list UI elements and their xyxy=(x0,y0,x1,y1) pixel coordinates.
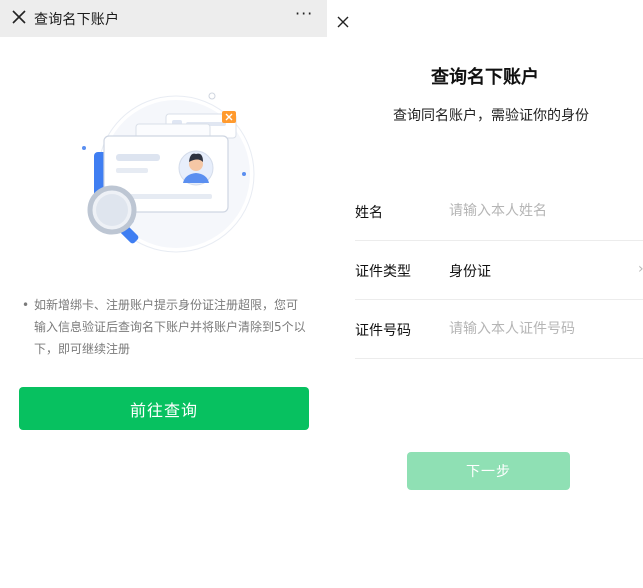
next-step-button[interactable]: 下一步 xyxy=(407,452,570,490)
id-card-magnifier-illustration xyxy=(82,92,255,253)
id-number-label: 证件号码 xyxy=(355,323,411,339)
right-screen: 查询名下账户 查询同名账户，需验证你的身份 姓名 证件类型 身份证 › 证件号码… xyxy=(327,0,643,588)
verify-form: 姓名 证件类型 身份证 › 证件号码 xyxy=(355,182,643,359)
bullet-icon: • xyxy=(22,298,30,312)
notice-text: 如新增绑卡、注册账户提示身份证注册超限，您可输入信息验证后查询名下账户并将账户清… xyxy=(34,298,306,356)
form-row-id-type[interactable]: 证件类型 身份证 › xyxy=(355,241,643,300)
id-type-value[interactable]: 身份证 xyxy=(449,261,491,281)
form-row-id-number: 证件号码 xyxy=(355,300,643,359)
page-title: 查询名下账户 xyxy=(431,67,539,88)
page-subtitle: 查询同名账户，需验证你的身份 xyxy=(393,108,589,124)
id-number-input[interactable] xyxy=(449,318,619,340)
left-screen: 查询名下账户 ··· • 如新增绑卡、注册账户提示身份证注册超限，您可输入信息验… xyxy=(0,0,327,588)
close-icon[interactable] xyxy=(335,14,351,30)
name-input[interactable] xyxy=(449,200,619,222)
notice-text-block: • 如新增绑卡、注册账户提示身份证注册超限，您可输入信息验证后查询名下账户并将账… xyxy=(22,294,309,360)
chevron-right-icon[interactable]: › xyxy=(638,261,643,277)
more-icon[interactable]: ··· xyxy=(295,4,313,23)
page-title: 查询名下账户 xyxy=(34,12,120,28)
nav-bar: 查询名下账户 ··· xyxy=(0,0,327,37)
close-icon[interactable] xyxy=(10,8,28,26)
id-type-label: 证件类型 xyxy=(355,264,411,280)
name-label: 姓名 xyxy=(355,205,383,221)
go-query-button[interactable]: 前往查询 xyxy=(19,387,309,430)
form-row-name: 姓名 xyxy=(355,182,643,241)
